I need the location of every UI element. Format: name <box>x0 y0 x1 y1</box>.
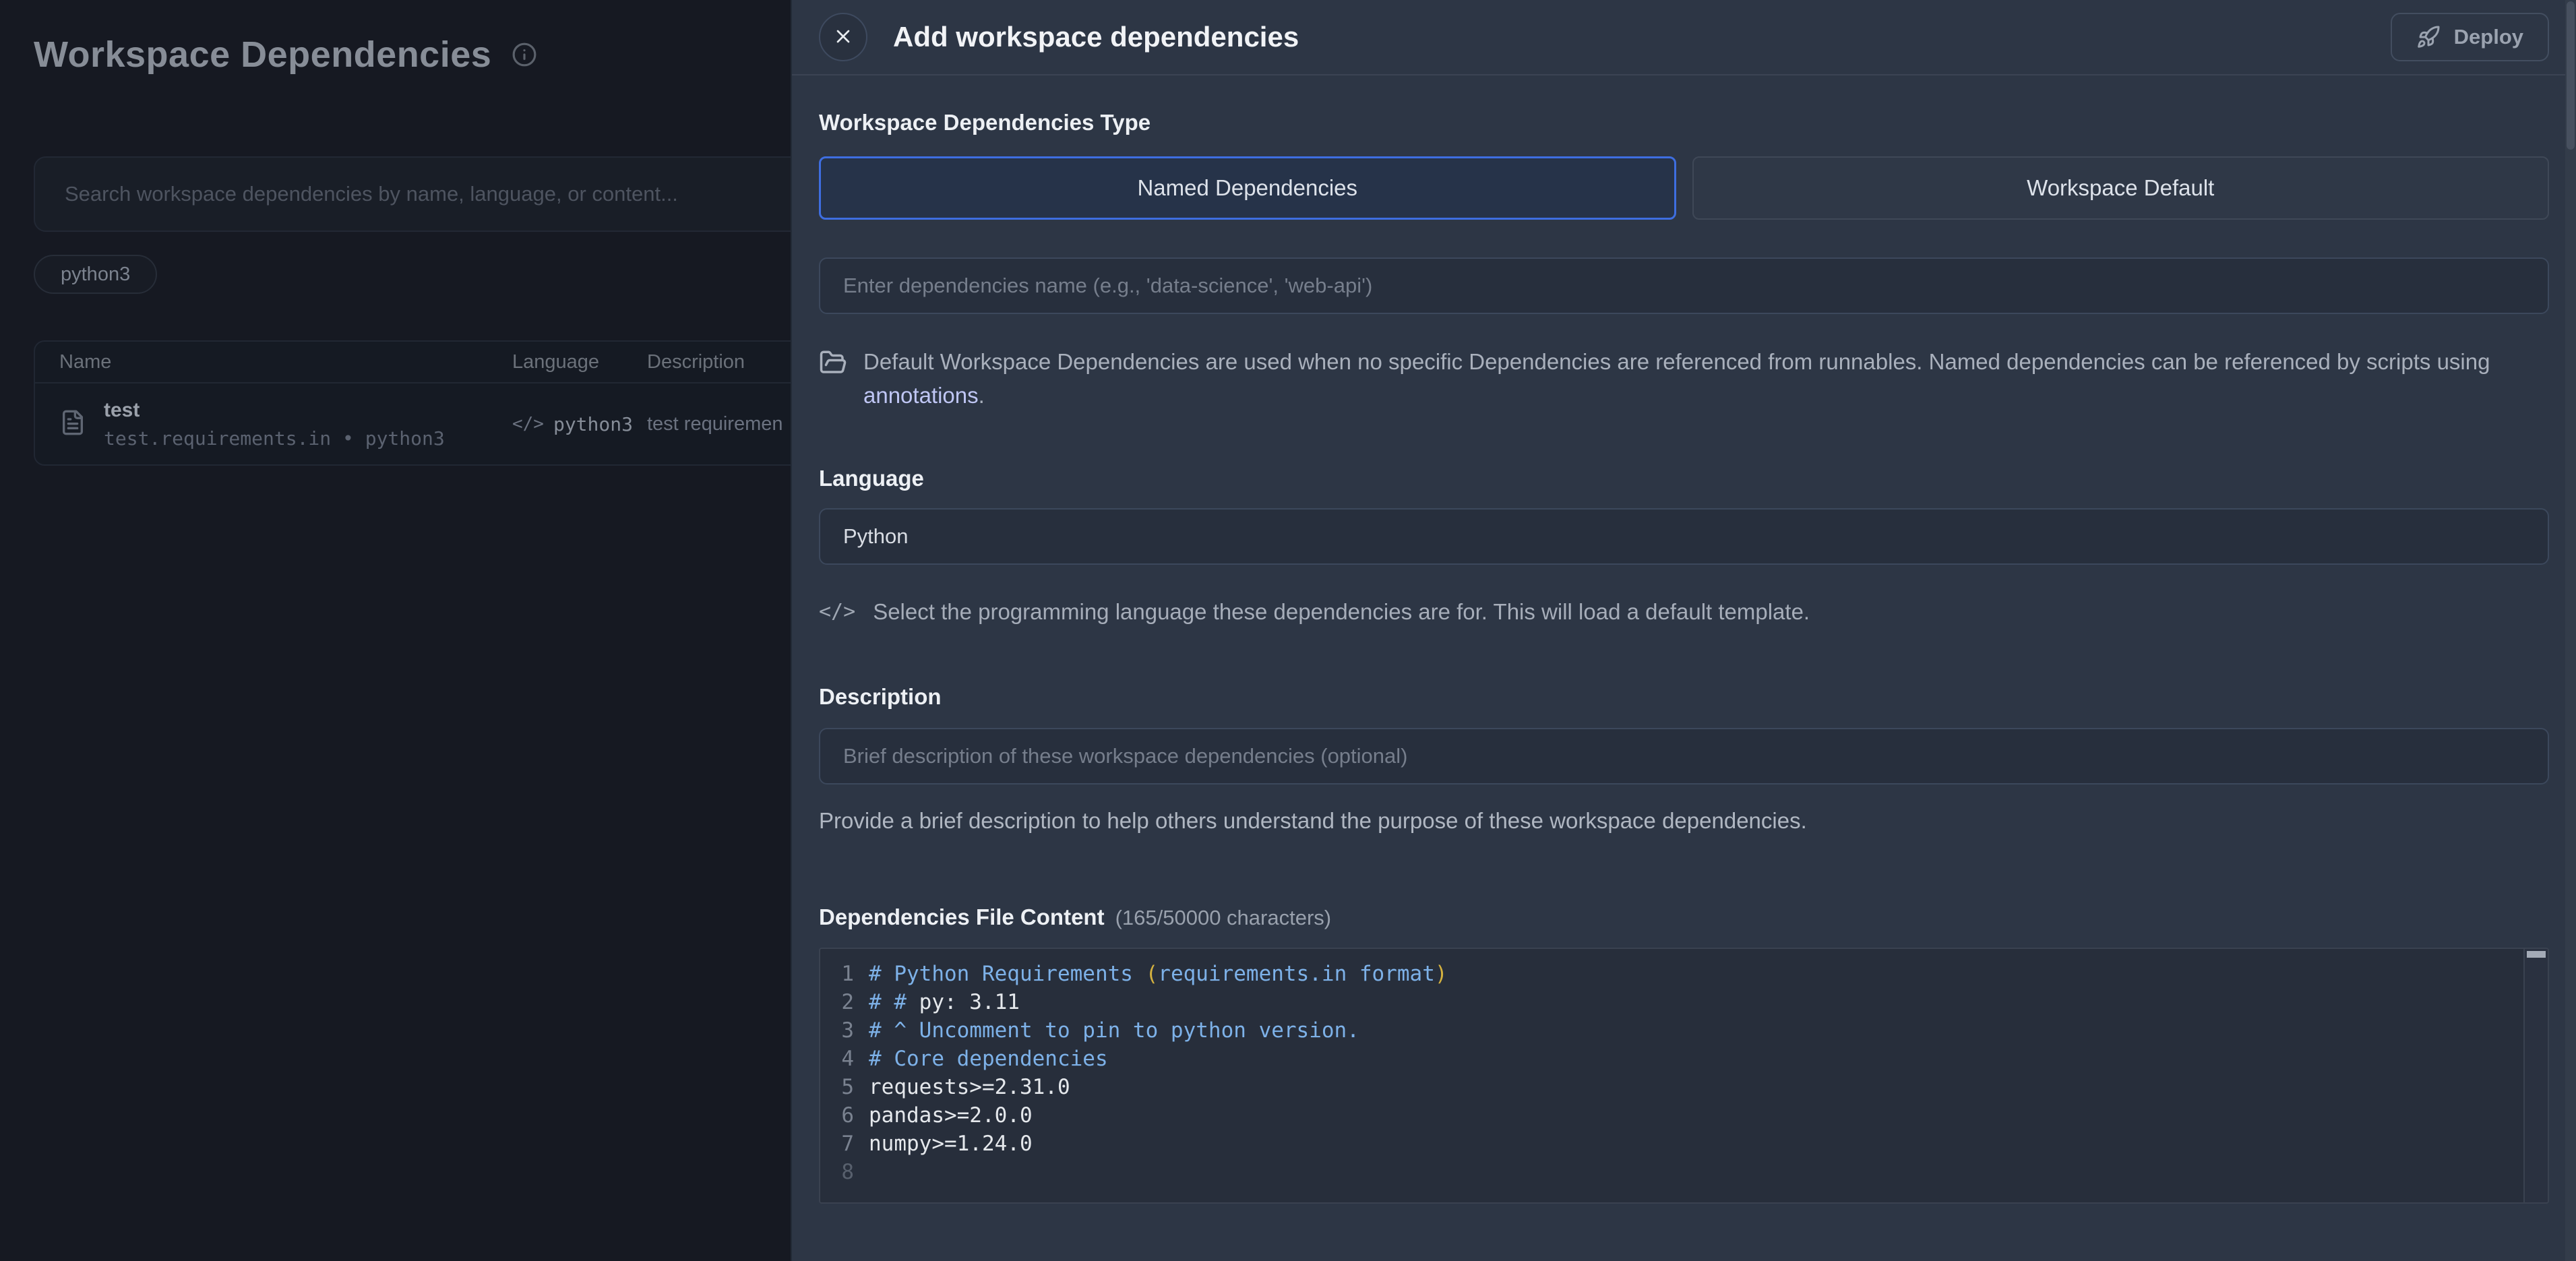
code-line: 7numpy>=1.24.0 <box>830 1130 2514 1158</box>
type-toggle-group: Named DependenciesWorkspace Default <box>819 156 2549 220</box>
column-header-name: Name <box>59 351 512 373</box>
annotations-link[interactable]: annotations <box>863 383 979 408</box>
code-icon: </> <box>512 414 544 434</box>
code-line: 8 <box>830 1158 2514 1186</box>
code-line: 6pandas>=2.0.0 <box>830 1101 2514 1130</box>
close-icon <box>832 26 854 49</box>
code-line: 1# Python Requirements (requirements.in … <box>830 960 2514 988</box>
filter-chips: python3 <box>34 255 157 294</box>
page: Workspace Dependencies python3 Name Lang… <box>0 0 2576 1261</box>
description-helper-text: Provide a brief description to help othe… <box>819 806 2549 836</box>
language-value: Python <box>843 524 909 549</box>
close-button[interactable] <box>819 13 867 61</box>
editor-scrollbar[interactable] <box>2523 949 2548 1202</box>
drawer-header: Add workspace dependencies Deploy <box>792 0 2576 75</box>
type-option-named-dependencies[interactable]: Named Dependencies <box>819 156 1676 220</box>
dependency-name: test <box>104 399 445 422</box>
dependency-meta: test.requirements.in • python3 <box>104 427 445 450</box>
type-info-text: Default Workspace Dependencies are used … <box>819 345 2549 412</box>
file-icon <box>59 409 86 439</box>
code-line: 3# ^ Uncomment to pin to python version. <box>830 1016 2514 1045</box>
page-scrollbar-thumb[interactable] <box>2567 1 2575 150</box>
page-title-row: Workspace Dependencies <box>34 34 537 75</box>
code-line: 5requests>=2.31.0 <box>830 1073 2514 1101</box>
rocket-icon <box>2416 25 2441 49</box>
code-lines: 1# Python Requirements (requirements.in … <box>820 949 2548 1186</box>
language-helper-text: Select the programming language these de… <box>873 597 1810 627</box>
drawer-title: Add workspace dependencies <box>893 21 1299 53</box>
language-label: Language <box>819 465 2549 492</box>
char-counter: (165/50000 characters) <box>1115 903 1332 933</box>
add-dependencies-drawer: Add workspace dependencies Deploy Worksp… <box>791 0 2576 1261</box>
description-input[interactable] <box>819 728 2549 785</box>
content-label-row: Dependencies File Content (165/50000 cha… <box>819 903 2549 933</box>
deploy-button[interactable]: Deploy <box>2391 13 2549 61</box>
deploy-label: Deploy <box>2454 25 2523 49</box>
language-select[interactable]: Python <box>819 508 2549 565</box>
dependency-language: python3 <box>553 413 633 435</box>
page-scrollbar[interactable] <box>2565 0 2576 1261</box>
dependencies-code-editor[interactable]: 1# Python Requirements (requirements.in … <box>819 948 2549 1204</box>
info-text-suffix: . <box>979 383 985 408</box>
type-section-label: Workspace Dependencies Type <box>819 109 2549 136</box>
editor-scrollbar-thumb[interactable] <box>2527 951 2546 958</box>
folder-open-icon <box>819 348 847 386</box>
column-header-language: Language <box>512 351 647 373</box>
info-icon[interactable] <box>512 42 537 67</box>
file-content-label: Dependencies File Content <box>819 904 1105 931</box>
code-line: 4# Core dependencies <box>830 1045 2514 1073</box>
info-paragraph: Default Workspace Dependencies are used … <box>863 345 2549 412</box>
language-helper-row: </> Select the programming language thes… <box>819 597 2549 627</box>
page-title: Workspace Dependencies <box>34 34 491 75</box>
dependencies-name-input[interactable] <box>819 257 2549 314</box>
drawer-body: Workspace Dependencies Type Named Depend… <box>792 109 2576 1204</box>
description-label: Description <box>819 683 2549 710</box>
filter-chip[interactable]: python3 <box>34 255 157 294</box>
code-icon: </> <box>819 597 855 627</box>
type-option-workspace-default[interactable]: Workspace Default <box>1692 156 2550 220</box>
code-line: 2# # py: 3.11 <box>830 988 2514 1016</box>
info-text: Default Workspace Dependencies are used … <box>863 349 2490 374</box>
